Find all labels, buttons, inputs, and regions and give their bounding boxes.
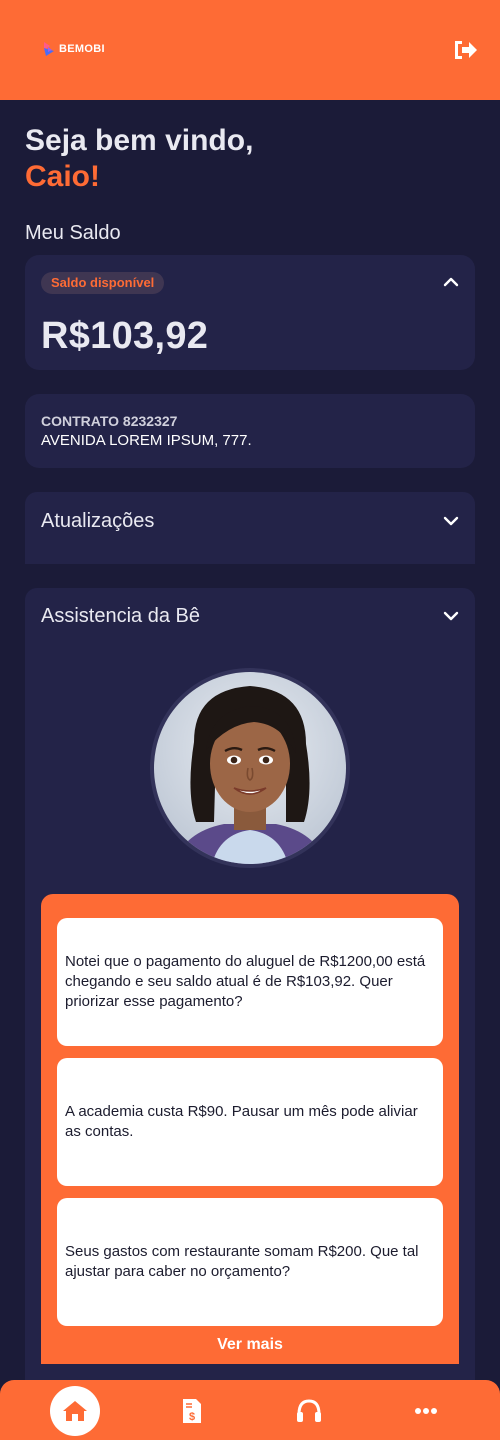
balance-amount: R$103,92 <box>41 315 209 357</box>
assistant-panel: Assistencia da Bê Notei que o pagamento … <box>25 588 475 1380</box>
suggestion-card[interactable]: Seus gastos com restaurante somam R$200.… <box>57 1198 443 1326</box>
chevron-down-icon[interactable] <box>443 516 459 526</box>
chevron-up-icon[interactable] <box>443 277 459 287</box>
balance-card: Saldo disponível R$103,92 <box>25 255 475 370</box>
logout-icon[interactable] <box>452 38 478 62</box>
contract-address: AVENIDA LOREM IPSUM, 777. <box>41 432 252 449</box>
suggestion-card[interactable]: A academia custa R$90. Pausar um mês pod… <box>57 1058 443 1186</box>
greeting-title: Seja bem vindo, <box>25 124 254 157</box>
home-icon <box>63 1401 87 1421</box>
balance-section-title: Meu Saldo <box>25 222 121 244</box>
assistant-title: Assistencia da Bê <box>41 605 200 627</box>
assistant-avatar <box>154 672 346 864</box>
suggestion-text: Seus gastos com restaurante somam R$200.… <box>65 1243 419 1280</box>
updates-panel[interactable]: Atualizações <box>25 492 475 564</box>
app-header: BEMOBI <box>0 0 500 100</box>
headset-icon[interactable] <box>295 1398 323 1424</box>
svg-text:$: $ <box>189 1411 195 1423</box>
user-name: Caio! <box>25 160 100 193</box>
more-icon[interactable] <box>412 1398 440 1424</box>
contract-card[interactable]: CONTRATO 8232327 AVENIDA LOREM IPSUM, 77… <box>25 394 475 468</box>
suggestion-card[interactable]: Notei que o pagamento do aluguel de R$12… <box>57 918 443 1046</box>
nav-home-button[interactable] <box>50 1386 100 1436</box>
invoice-icon[interactable]: $ <box>178 1398 206 1424</box>
updates-title: Atualizações <box>41 510 155 532</box>
bemobi-logo-icon <box>44 42 54 56</box>
assistant-avatar-frame <box>150 668 350 868</box>
suggestion-text: Notei que o pagamento do aluguel de R$12… <box>65 953 426 1010</box>
assistant-suggestions: Notei que o pagamento do aluguel de R$12… <box>41 894 459 1364</box>
available-balance-badge: Saldo disponível <box>41 272 165 294</box>
brand-logo: BEMOBI <box>42 41 105 57</box>
suggestion-text: A academia custa R$90. Pausar um mês pod… <box>65 1103 418 1140</box>
contract-number: CONTRATO 8232327 <box>41 413 178 429</box>
logo-text: BEMOBI <box>59 43 105 55</box>
bottom-navigation: $ <box>0 1380 500 1440</box>
see-more-button[interactable]: Ver mais <box>41 1336 459 1354</box>
chevron-down-icon[interactable] <box>443 611 459 621</box>
